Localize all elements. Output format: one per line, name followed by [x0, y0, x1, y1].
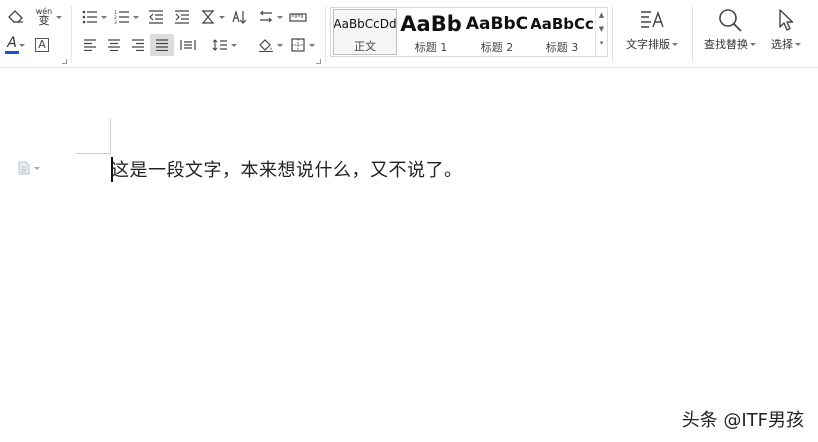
select-button[interactable]: 选择: [764, 4, 808, 62]
paragraph-group: 123: [72, 0, 322, 66]
bullet-list-icon: [82, 10, 97, 24]
increase-indent-icon: [175, 10, 189, 24]
paragraph-text[interactable]: 这是一段文字，本来想说什么，又不说了。: [111, 156, 463, 182]
sort-button[interactable]: [228, 6, 252, 28]
chinese-layout-icon: [202, 10, 214, 24]
find-replace-button[interactable]: 查找替换: [698, 4, 762, 62]
document-canvas[interactable]: 这是一段文字，本来想说什么，又不说了。 头条 @ITF男孩: [0, 69, 818, 442]
chinese-layout-button[interactable]: [196, 6, 220, 28]
shading-button[interactable]: [254, 34, 278, 56]
font-dialog-launcher[interactable]: [62, 59, 67, 64]
numbered-list-button[interactable]: 123: [110, 6, 134, 28]
style-name: 标题 2: [480, 41, 514, 54]
chinese-layout-dropdown[interactable]: [218, 6, 225, 28]
phonetic-char: 变: [38, 14, 50, 27]
align-center-icon: [108, 39, 120, 51]
style-sample: AaBb: [400, 12, 462, 36]
style-sample: AaBbCc: [531, 15, 593, 33]
margin-marker: [76, 153, 111, 154]
select-label: 选择: [771, 38, 793, 51]
borders-button[interactable]: [286, 34, 310, 56]
align-left-button[interactable]: [78, 34, 102, 56]
align-left-icon: [84, 39, 96, 51]
style-heading-1[interactable]: AaBb 标题 1: [399, 9, 463, 55]
style-normal[interactable]: AaBbCcDd 正文: [333, 9, 397, 55]
style-heading-3[interactable]: AaBbCc 标题 3: [531, 9, 593, 55]
increase-indent-button[interactable]: [170, 6, 194, 28]
show-hide-marks-dropdown[interactable]: [276, 6, 283, 28]
bullet-list-button[interactable]: [78, 6, 102, 28]
font-color-bar: [5, 51, 19, 54]
numbered-list-icon: 123: [114, 10, 129, 24]
expand-gallery-icon[interactable]: ▾: [600, 36, 604, 50]
eraser-icon: [8, 10, 23, 23]
sort-icon: [232, 10, 247, 24]
find-replace-label: 查找替换: [704, 38, 748, 51]
gallery-scroll[interactable]: ▲ ▼ ▾: [595, 8, 607, 56]
line-spacing-icon: [212, 39, 227, 51]
styles-gallery: AaBbCcDd 正文 AaBb 标题 1 AaBbC 标题 2 AaBbCc …: [330, 7, 608, 57]
shading-dropdown[interactable]: [276, 34, 283, 56]
search-icon: [719, 9, 742, 32]
bullet-list-dropdown[interactable]: [100, 6, 107, 28]
style-name: 正文: [354, 40, 376, 53]
style-name: 标题 1: [414, 41, 448, 54]
decrease-indent-icon: [149, 10, 163, 24]
chevron-down-icon: [34, 167, 40, 170]
document-icon: [18, 161, 30, 175]
cursor-arrow-icon: [779, 9, 794, 31]
char-border-glyph: A: [35, 38, 49, 52]
style-sample: AaBbC: [465, 14, 529, 34]
distributed-align-icon: [180, 40, 196, 50]
align-right-button[interactable]: [126, 34, 150, 56]
numbered-list-dropdown[interactable]: [132, 6, 139, 28]
text-layout-button[interactable]: 文字排版: [618, 4, 686, 62]
align-right-icon: [132, 39, 144, 51]
line-spacing-dropdown[interactable]: [230, 34, 237, 56]
font-color-dropdown[interactable]: [18, 34, 25, 56]
align-center-button[interactable]: [102, 34, 126, 56]
text-layout-icon: [641, 10, 664, 28]
char-border-button[interactable]: A: [30, 34, 54, 56]
chevron-down-icon: [750, 43, 756, 46]
distributed-align-button[interactable]: [176, 34, 200, 56]
chevron-down-icon: [672, 43, 678, 46]
phonetic-guide-button[interactable]: wén 变: [32, 5, 56, 27]
svg-text:3: 3: [114, 20, 117, 24]
ruler-icon: [289, 13, 307, 22]
separator: [692, 6, 693, 62]
line-spacing-button[interactable]: [208, 34, 232, 56]
separator: [612, 6, 613, 62]
scroll-down-icon[interactable]: ▼: [599, 22, 604, 36]
paragraph-dialog-launcher[interactable]: [316, 59, 321, 64]
phonetic-dropdown[interactable]: [55, 6, 62, 28]
style-heading-2[interactable]: AaBbC 标题 2: [465, 9, 529, 55]
show-hide-marks-button[interactable]: [254, 6, 278, 28]
watermark: 头条 @ITF男孩: [681, 410, 804, 431]
decrease-indent-button[interactable]: [144, 6, 168, 28]
paragraph-handle[interactable]: [18, 161, 46, 175]
text-layout-label: 文字排版: [626, 38, 670, 51]
paint-bucket-icon: [259, 39, 273, 52]
style-name: 标题 3: [545, 41, 579, 54]
margin-marker: [110, 119, 111, 154]
scroll-up-icon[interactable]: ▲: [599, 8, 604, 22]
justify-button[interactable]: [150, 34, 174, 56]
style-sample: AaBbCcDd: [333, 17, 397, 31]
borders-dropdown[interactable]: [308, 34, 315, 56]
borders-icon: [291, 38, 305, 52]
tab-stops-button[interactable]: [286, 6, 310, 28]
font-color-glyph: A: [7, 35, 17, 51]
chevron-down-icon: [795, 43, 801, 46]
ribbon-toolbar: wén 变 A A 123 AaBbCcDd 正文 AaBb 标题 1 AaBb…: [0, 0, 818, 68]
paragraph-marks-icon: [259, 10, 273, 23]
clear-format-button[interactable]: [4, 6, 28, 28]
font-group: wén 变 A A: [0, 0, 70, 66]
justify-icon: [156, 39, 168, 51]
separator: [325, 6, 326, 62]
